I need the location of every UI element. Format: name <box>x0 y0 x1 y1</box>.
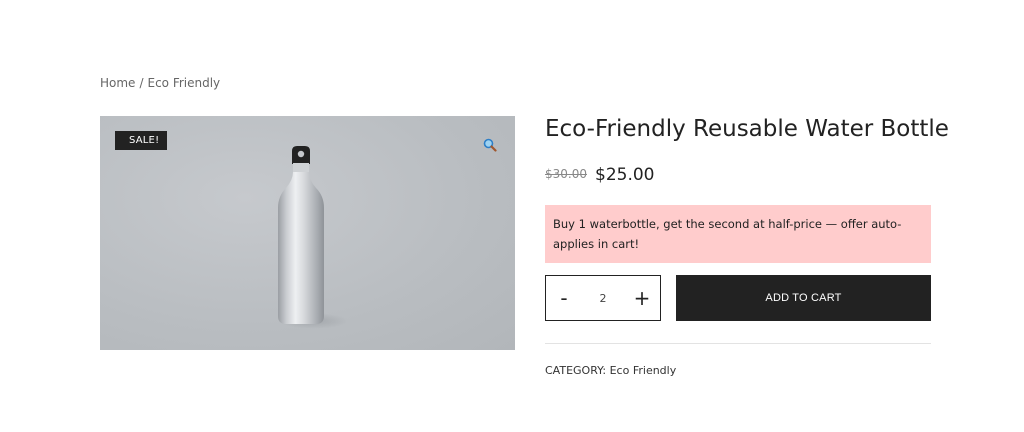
quantity-input[interactable] <box>583 290 623 306</box>
promo-notice: Buy 1 waterbottle, get the second at hal… <box>545 205 931 263</box>
product-title: Eco-Friendly Reusable Water Bottle <box>545 116 949 142</box>
decrease-quantity-button[interactable]: - <box>546 276 582 320</box>
increase-quantity-button[interactable]: + <box>624 276 660 320</box>
price-block: $30.00 $25.00 <box>545 165 654 185</box>
magnifier-icon[interactable] <box>483 137 497 152</box>
breadcrumb-separator: / <box>139 76 144 90</box>
add-to-cart-button[interactable]: ADD TO CART <box>676 275 931 321</box>
breadcrumb-current: Eco Friendly <box>147 76 221 90</box>
sale-badge: SALE! <box>115 131 168 150</box>
product-image-gallery[interactable]: SALE! <box>100 116 515 350</box>
breadcrumb: Home / Eco Friendly <box>100 76 220 90</box>
water-bottle-image <box>278 146 348 329</box>
sale-price: $25.00 <box>595 165 655 185</box>
breadcrumb-home-link[interactable]: Home <box>100 76 135 90</box>
product-meta: CATEGORY: Eco Friendly <box>545 364 676 377</box>
original-price: $30.00 <box>545 167 587 181</box>
quantity-stepper: - + <box>545 275 661 321</box>
category-link[interactable]: Eco Friendly <box>610 364 677 377</box>
divider <box>545 343 931 344</box>
category-label: CATEGORY: <box>545 364 607 377</box>
